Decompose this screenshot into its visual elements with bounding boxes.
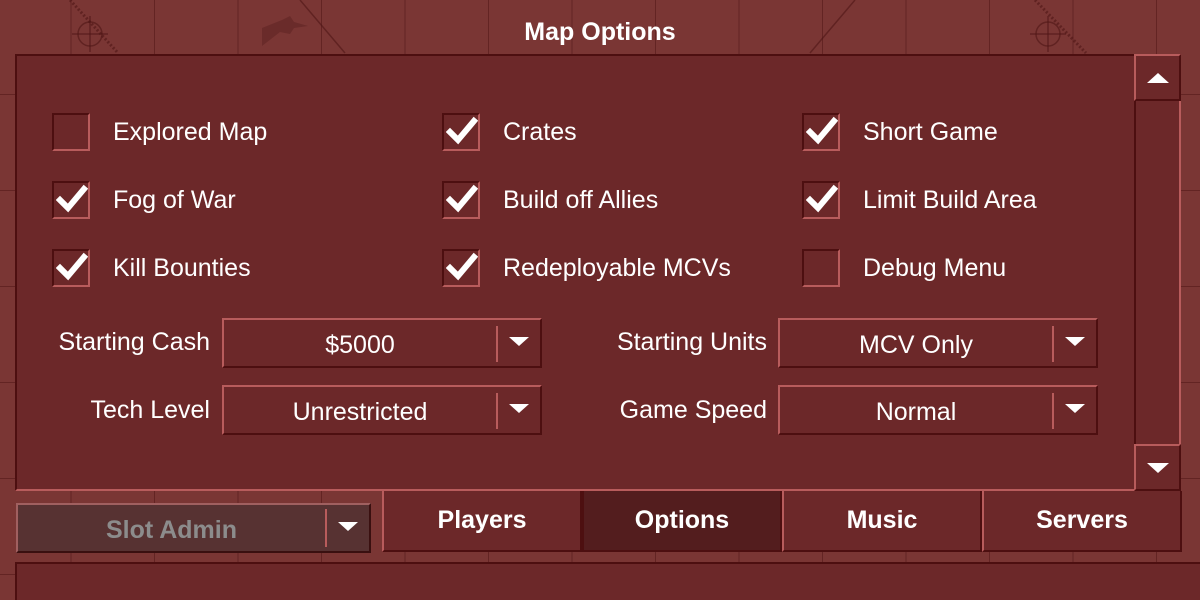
checkbox-box[interactable]	[52, 181, 90, 219]
checkmark-icon	[446, 252, 478, 281]
checkbox-debug-menu[interactable]: Debug Menu	[802, 249, 1006, 287]
tab-label: Servers	[1036, 506, 1128, 534]
scrollbar-track[interactable]	[1134, 54, 1181, 491]
checkbox-explored-map[interactable]: Explored Map	[52, 113, 267, 151]
triangle-up-icon	[1146, 72, 1169, 83]
game-speed-value: Normal	[875, 398, 957, 426]
checkbox-label: Explored Map	[113, 117, 268, 146]
slot-admin-dropdown[interactable]: Slot Admin	[16, 503, 371, 553]
checkbox-box[interactable]	[442, 113, 480, 151]
checkmark-icon	[806, 184, 838, 213]
starting-units-value: MCV Only	[859, 331, 973, 359]
checkbox-box[interactable]	[802, 113, 840, 151]
dropdown-separator	[496, 326, 498, 362]
checkbox-label: Build off Allies	[503, 185, 659, 214]
checkbox-redeployable-mcvs[interactable]: Redeployable MCVs	[442, 249, 731, 287]
dropdown-separator	[1052, 326, 1054, 362]
checkbox-box[interactable]	[802, 181, 840, 219]
triangle-down-icon	[509, 404, 529, 413]
checkbox-label: Fog of War	[113, 185, 236, 214]
game-speed-label: Game Speed	[619, 396, 767, 424]
starting-units-dropdown[interactable]: MCV Only	[778, 318, 1098, 368]
checkbox-label: Crates	[503, 117, 577, 146]
scroll-up-button[interactable]	[1134, 54, 1181, 101]
tab-servers[interactable]: Servers	[982, 491, 1182, 552]
checkbox-box[interactable]	[802, 249, 840, 287]
checkbox-box[interactable]	[442, 249, 480, 287]
page-title: Map Options	[524, 18, 676, 46]
checkmark-icon	[446, 116, 478, 145]
tech-level-value: Unrestricted	[292, 398, 428, 426]
checkbox-crates[interactable]: Crates	[442, 113, 577, 151]
tech-level-dropdown[interactable]: Unrestricted	[222, 385, 542, 435]
triangle-down-icon	[1065, 404, 1085, 413]
checkbox-box[interactable]	[442, 181, 480, 219]
starting-cash-label: Starting Cash	[58, 328, 210, 356]
dropdown-separator	[1052, 393, 1054, 429]
bottom-panel	[15, 562, 1200, 600]
game-speed-dropdown[interactable]: Normal	[778, 385, 1098, 435]
starting-cash-dropdown[interactable]: $5000	[222, 318, 542, 368]
checkmark-icon	[446, 184, 478, 213]
slot-admin-label: Slot Admin	[105, 516, 237, 544]
checkbox-kill-bounties[interactable]: Kill Bounties	[52, 249, 251, 287]
tab-music[interactable]: Music	[782, 491, 982, 552]
starting-units-label: Starting Units	[616, 328, 767, 356]
checkbox-build-off-allies[interactable]: Build off Allies	[442, 181, 658, 219]
tab-players[interactable]: Players	[382, 491, 582, 552]
checkbox-short-game[interactable]: Short Game	[802, 113, 998, 151]
tab-label: Options	[634, 506, 730, 534]
triangle-down-icon	[509, 337, 529, 346]
starting-cash-value: $5000	[325, 331, 395, 359]
checkbox-label: Debug Menu	[863, 253, 1007, 282]
checkmark-icon	[56, 184, 88, 213]
checkbox-label: Limit Build Area	[863, 185, 1037, 214]
dropdown-separator	[325, 509, 327, 547]
checkbox-box[interactable]	[52, 249, 90, 287]
checkmark-icon	[806, 116, 838, 145]
checkbox-label: Redeployable MCVs	[503, 253, 731, 282]
dropdown-separator	[496, 393, 498, 429]
tab-label: Players	[437, 506, 527, 534]
checkbox-fog-of-war[interactable]: Fog of War	[52, 181, 236, 219]
tech-level-label: Tech Level	[90, 396, 210, 424]
triangle-down-icon	[338, 522, 358, 531]
checkbox-label: Kill Bounties	[113, 253, 251, 282]
scroll-down-button[interactable]	[1134, 444, 1181, 491]
tab-options[interactable]: Options	[582, 491, 782, 552]
tab-label: Music	[846, 506, 918, 534]
triangle-down-icon	[1065, 337, 1085, 346]
checkbox-label: Short Game	[863, 117, 998, 146]
checkbox-box[interactable]	[52, 113, 90, 151]
triangle-down-icon	[1146, 462, 1169, 473]
checkmark-icon	[56, 252, 88, 281]
checkbox-limit-build-area[interactable]: Limit Build Area	[802, 181, 1037, 219]
